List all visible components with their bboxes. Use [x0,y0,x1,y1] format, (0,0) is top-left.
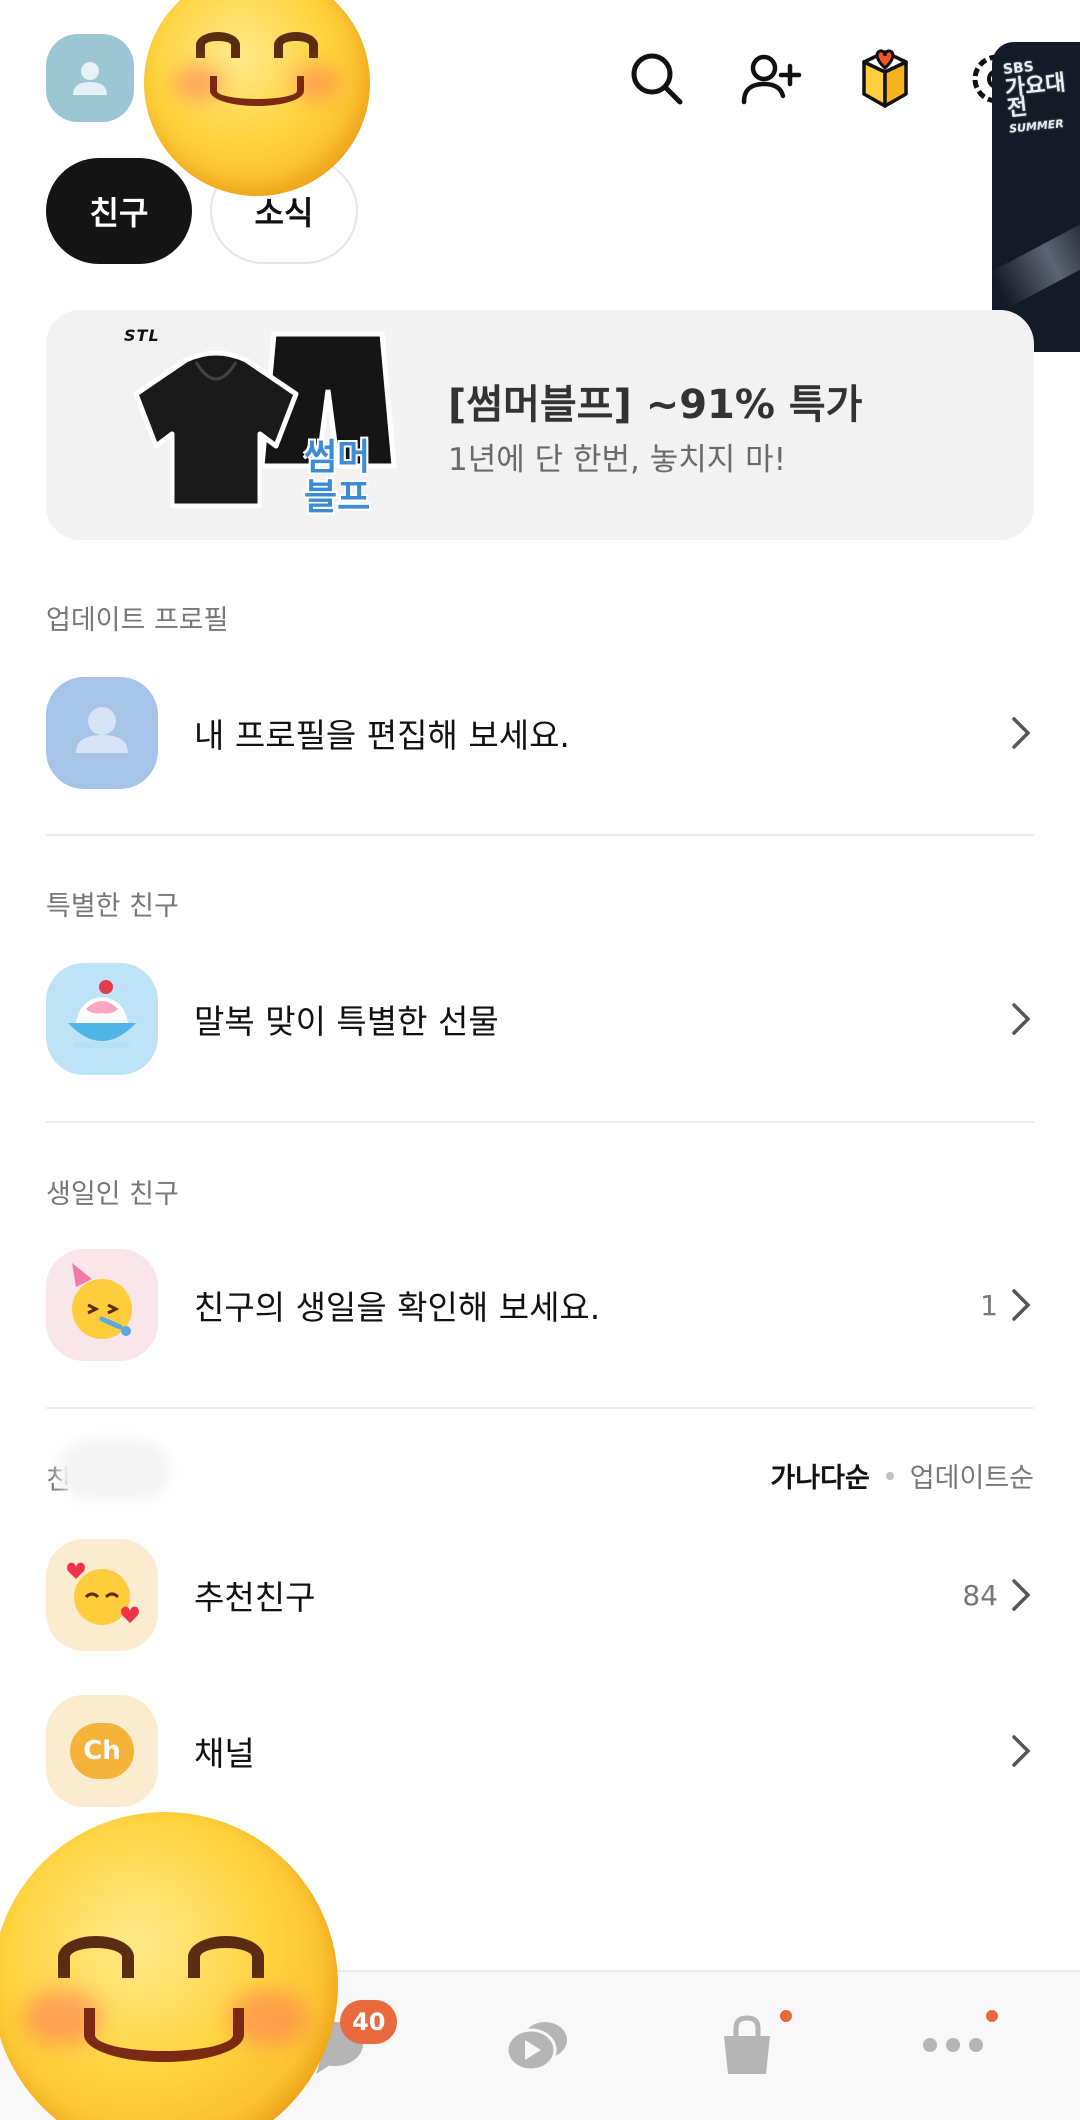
chevron-right-icon [1006,715,1034,751]
section-label-birthday-friends: 생일인 친구 [46,1179,179,1210]
profile-avatar[interactable] [46,34,134,122]
chevron-right-icon [1006,1287,1034,1323]
add-friend-icon[interactable] [740,48,802,110]
recommended-thumb [46,1539,158,1651]
heart-face-icon [67,1562,139,1625]
shopping-bag-icon [724,2015,770,2074]
list-item-recommended-friends[interactable]: 추천친구 84 [46,1538,1034,1652]
list-item-label: 추천친구 [194,1578,316,1617]
tab-friends-label: 친구 [89,194,149,232]
emoji-eye [274,32,318,58]
shopping-tab[interactable] [712,2010,782,2080]
sort-separator-dot [885,1471,894,1480]
emoji-mouth [210,76,304,106]
openchat-tab[interactable] [503,2010,573,2080]
emoji-eye [196,32,240,58]
chevron-right-icon [1006,1577,1034,1613]
banner-title: [썸머블프] ~91% 특가 [448,382,863,428]
openchat-icon [505,2022,567,2072]
chevron-right-icon [1006,1733,1034,1769]
birthday-thumb [46,1249,158,1361]
more-new-dot [986,2010,998,2022]
more-dots-icon [923,2038,983,2052]
banner-sticker-text: 썸머 블프 [304,437,371,518]
event-sticker[interactable]: SBS 가요대전 SUMMER [992,42,1080,352]
chat-unread-badge: 40 [340,2000,398,2044]
shopping-new-dot [780,2010,792,2022]
list-item-label: 채널 [194,1734,255,1773]
list-item-label: 친구의 생일을 확인해 보세요. [194,1288,601,1327]
smiling-emoji-sticker [144,0,370,196]
party-face-icon [72,1263,132,1339]
banner-subtitle: 1년에 단 한번, 놓치지 마! [448,442,787,478]
more-tab[interactable] [918,2010,988,2080]
list-item-channel[interactable]: Ch 채널 [46,1694,1034,1808]
bingsu-thumb [46,963,158,1075]
person-icon [76,707,128,753]
smiling-emoji-sticker-large [0,1812,338,2120]
blurred-friend-count [58,1440,170,1500]
profile-thumb [46,677,158,789]
list-item-edit-profile[interactable]: 내 프로필을 편집해 보세요. [46,676,1034,790]
emoji-eye [58,1936,134,1978]
sticker-logo: SBS 가요대전 SUMMER [1002,58,1067,136]
divider [46,834,1034,836]
gift-icon[interactable] [854,48,916,110]
chevron-right-icon [1006,1001,1034,1037]
banner-brand: STL [124,326,160,345]
section-label-special-friends: 특별한 친구 [46,891,179,922]
sort-alphabetical[interactable]: 가나다순 [770,1456,869,1495]
channel-thumb: Ch [46,1695,158,1807]
sort-options: 가나다순 업데이트순 [770,1456,1034,1495]
promo-banner[interactable]: STL 썸머 블프 [썸머블프] ~91% 특가 1년에 단 한번, 놓치지 마… [46,310,1034,540]
birthday-count: 1 [980,1288,998,1322]
list-item-label: 내 프로필을 편집해 보세요. [194,716,570,755]
list-item-special-gift[interactable]: 말복 맞이 특별한 선물 [46,962,1034,1076]
section-label-update-profile: 업데이트 프로필 [46,605,229,636]
channel-icon-text: Ch [83,1736,121,1766]
list-item-birthday[interactable]: 친구의 생일을 확인해 보세요. 1 [46,1248,1034,1362]
person-icon [73,62,107,95]
list-item-label: 말복 맞이 특별한 선물 [194,1002,499,1041]
search-icon[interactable] [626,48,688,110]
tab-friends[interactable]: 친구 [46,158,192,264]
emoji-eye [188,1936,264,1978]
sticker-light-streak [992,216,1080,308]
hoodie-image [133,350,299,509]
recommended-count: 84 [962,1578,998,1612]
channel-icon: Ch [70,1723,134,1779]
shaved-ice-icon [68,980,136,1048]
emoji-mouth [84,2008,244,2062]
divider [46,1121,1034,1123]
divider [46,1407,1034,1409]
sort-by-update[interactable]: 업데이트순 [910,1456,1034,1495]
